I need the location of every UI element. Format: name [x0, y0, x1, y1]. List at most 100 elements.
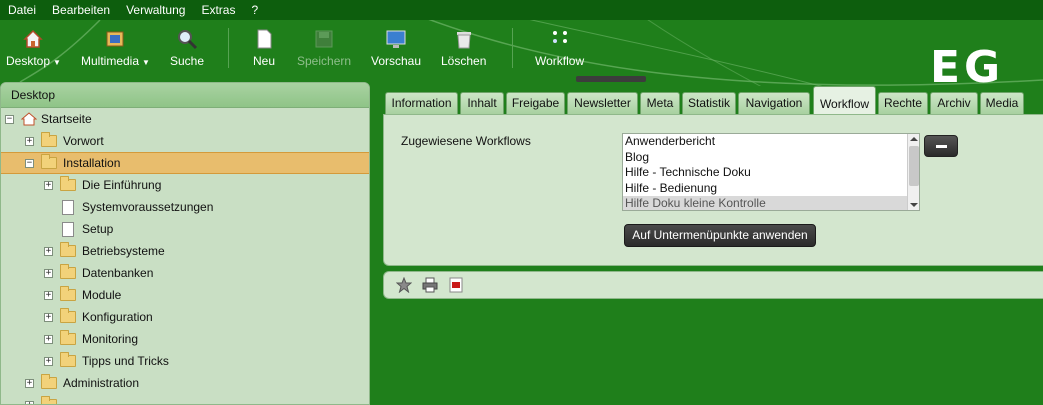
document-icon: [62, 221, 74, 237]
suche-button[interactable]: Suche: [170, 28, 204, 74]
folder-icon: [60, 176, 76, 191]
tree-item-setup[interactable]: Setup: [1, 218, 369, 240]
speichern-button[interactable]: Speichern: [297, 28, 351, 74]
tree-item-systemvoraussetzungen[interactable]: Systemvoraussetzungen: [1, 196, 369, 218]
expand-toggle[interactable]: +: [25, 378, 34, 388]
logo: EG: [930, 42, 1005, 93]
collapse-toggle[interactable]: −: [25, 158, 34, 168]
tree-item-die-einfuehrung[interactable]: + Die Einführung: [1, 174, 369, 196]
menu-datei[interactable]: Datei: [0, 0, 44, 20]
listbox-scrollbar[interactable]: [907, 134, 919, 210]
folder-icon: [60, 242, 76, 257]
tree-label: Betriebsysteme: [82, 244, 165, 258]
tab-archiv[interactable]: Archiv: [930, 92, 978, 114]
tree-item-startseite[interactable]: − Startseite: [1, 108, 369, 130]
workflow-panel: Zugewiesene Workflows Anwenderbericht Bl…: [383, 114, 1043, 266]
tree-label: Tipps und Tricks: [82, 354, 169, 368]
desktop-button[interactable]: Desktop ▼: [6, 28, 61, 74]
tab-freigabe[interactable]: Freigabe: [506, 92, 565, 114]
expand-toggle[interactable]: +: [25, 400, 34, 404]
page-tree: − Startseite + Vorwort − Installation + …: [1, 108, 369, 404]
remove-workflow-button[interactable]: [924, 135, 958, 157]
workflows-listbox[interactable]: Anwenderbericht Blog Hilfe - Technische …: [622, 133, 920, 211]
tree-item-installation[interactable]: − Installation: [1, 152, 369, 174]
preview-monitor-icon: [385, 28, 407, 50]
tab-statistik[interactable]: Statistik: [682, 92, 736, 114]
vorschau-label: Vorschau: [371, 54, 422, 68]
workflow-button[interactable]: Workflow: [535, 28, 584, 74]
pdf-icon[interactable]: [447, 276, 465, 294]
workflow-option[interactable]: Blog: [623, 150, 919, 166]
tree-item-tipps-und-tricks[interactable]: + Tipps und Tricks: [1, 350, 369, 372]
left-panel-title: Desktop: [1, 83, 369, 108]
toolbar: Desktop ▼ Multimedia ▼ Suche Neu Speichern…: [0, 20, 1043, 90]
multimedia-button[interactable]: Multimedia ▼: [81, 28, 150, 74]
expand-toggle[interactable]: +: [25, 136, 34, 146]
tab-rechte[interactable]: Rechte: [878, 92, 928, 114]
tab-meta[interactable]: Meta: [640, 92, 680, 114]
tree-item-administration[interactable]: + Administration: [1, 372, 369, 394]
tab-inhalt[interactable]: Inhalt: [460, 92, 504, 114]
folder-icon: [41, 396, 57, 404]
workflow-icon: [549, 28, 571, 50]
tab-navigation[interactable]: Navigation: [738, 92, 810, 114]
tree-item-partial[interactable]: +: [1, 394, 369, 404]
expand-toggle[interactable]: +: [44, 246, 53, 256]
expand-toggle[interactable]: +: [44, 356, 53, 366]
trash-icon: [453, 28, 475, 50]
menu-verwaltung[interactable]: Verwaltung: [118, 0, 193, 20]
scroll-thumb[interactable]: [909, 146, 919, 186]
tree-label: Monitoring: [82, 332, 139, 346]
menu-help[interactable]: ?: [243, 0, 266, 20]
scroll-up-icon[interactable]: [910, 137, 918, 141]
tree-label: Die Einführung: [82, 178, 162, 192]
tree-label: Startseite: [41, 112, 92, 126]
print-icon[interactable]: [421, 276, 439, 294]
tree-item-monitoring[interactable]: + Monitoring: [1, 328, 369, 350]
neu-button[interactable]: Neu: [253, 28, 275, 74]
tab-bar: Information Inhalt Freigabe Newsletter M…: [383, 86, 1043, 115]
tab-media[interactable]: Media: [980, 92, 1024, 114]
collapse-toggle[interactable]: −: [5, 114, 14, 124]
home-icon: [21, 112, 37, 126]
scroll-down-icon[interactable]: [910, 203, 918, 207]
loeschen-button[interactable]: Löschen: [441, 28, 486, 74]
new-document-icon: [253, 28, 275, 50]
workflow-option[interactable]: Hilfe Doku kleine Kontrolle: [623, 196, 919, 210]
folder-icon: [41, 374, 57, 389]
menu-bearbeiten[interactable]: Bearbeiten: [44, 0, 118, 20]
save-icon: [313, 28, 335, 50]
expand-toggle[interactable]: +: [44, 290, 53, 300]
folder-icon: [60, 286, 76, 301]
apply-to-submenu-button[interactable]: Auf Untermenüpunkte anwenden: [624, 224, 816, 247]
star-icon[interactable]: [395, 276, 413, 294]
workflow-option[interactable]: Anwenderbericht: [623, 134, 919, 150]
expand-toggle[interactable]: +: [44, 180, 53, 190]
folder-icon: [60, 352, 76, 367]
expand-toggle[interactable]: +: [44, 334, 53, 344]
multimedia-label: Multimedia: [81, 54, 140, 68]
tree-item-datenbanken[interactable]: + Datenbanken: [1, 262, 369, 284]
expand-toggle[interactable]: +: [44, 268, 53, 278]
workflow-option[interactable]: Hilfe - Technische Doku: [623, 165, 919, 181]
workflow-label: Workflow: [535, 54, 585, 68]
toolbar-handle[interactable]: [576, 76, 646, 82]
expand-toggle[interactable]: +: [44, 312, 53, 322]
tree-item-betriebsysteme[interactable]: + Betriebsysteme: [1, 240, 369, 262]
folder-icon: [60, 264, 76, 279]
folder-open-icon: [41, 154, 57, 169]
menu-extras[interactable]: Extras: [193, 0, 243, 20]
tab-information[interactable]: Information: [385, 92, 458, 114]
workflow-option[interactable]: Hilfe - Bedienung: [623, 181, 919, 197]
tree-item-module[interactable]: + Module: [1, 284, 369, 306]
tree-item-vorwort[interactable]: + Vorwort: [1, 130, 369, 152]
tab-newsletter[interactable]: Newsletter: [567, 92, 638, 114]
toolbar-separator: [512, 28, 513, 68]
tab-workflow[interactable]: Workflow: [813, 86, 876, 115]
multimedia-icon: [104, 28, 126, 50]
toolbar-separator: [228, 28, 229, 68]
tree-item-konfiguration[interactable]: + Konfiguration: [1, 306, 369, 328]
vorschau-button[interactable]: Vorschau: [371, 28, 421, 74]
folder-icon: [60, 330, 76, 345]
desktop-label: Desktop: [6, 54, 51, 68]
